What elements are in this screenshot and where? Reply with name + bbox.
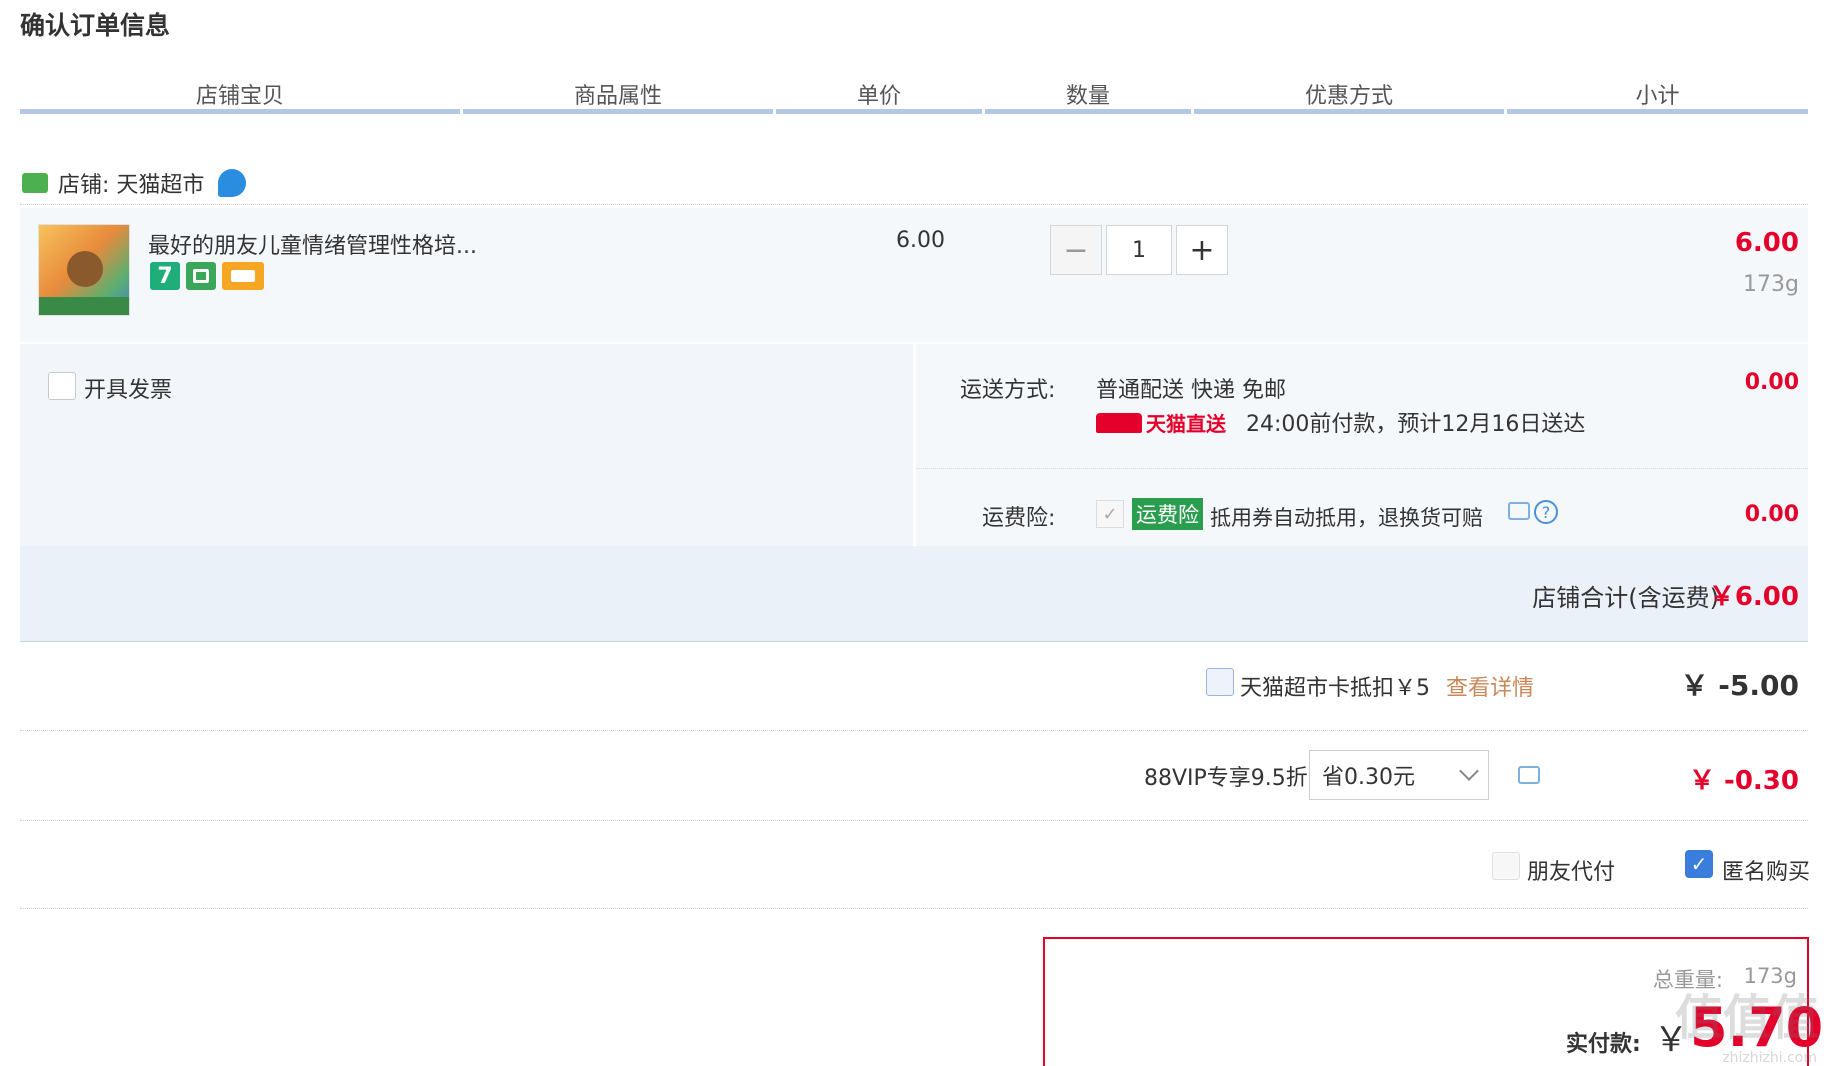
- supermarket-card-checkbox[interactable]: [1206, 668, 1234, 696]
- shipping-label: 运送方式:: [960, 378, 1056, 403]
- col-header-discount: 优惠方式: [1194, 78, 1504, 114]
- col-header-attributes: 商品属性: [463, 78, 773, 114]
- product-badges: 7: [150, 262, 264, 290]
- chevron-down-icon: [1459, 761, 1479, 781]
- view-details-link[interactable]: 查看详情: [1446, 670, 1534, 702]
- invoice-label: 开具发票: [84, 378, 173, 403]
- watermark-logo: 值值值: [1674, 990, 1819, 1046]
- separator-2: [20, 820, 1808, 821]
- col-header-subtotal: 小计: [1507, 78, 1808, 114]
- quantity-stepper: − 1 +: [1050, 225, 1228, 275]
- pay-amount-label: 实付款:: [1566, 1032, 1641, 1057]
- insurance-badge: 运费险: [1132, 498, 1203, 530]
- product-thumbnail[interactable]: [38, 224, 130, 316]
- col-header-store-item: 店铺宝贝: [20, 78, 460, 114]
- item-subtotal: 6.00: [1734, 228, 1799, 258]
- insurance-label: 运费险:: [982, 506, 1056, 531]
- vip-message-icon[interactable]: [1518, 766, 1540, 784]
- quantity-decrease-button[interactable]: −: [1050, 225, 1102, 275]
- insurance-amount: 0.00: [1744, 502, 1799, 527]
- delivery-eta: 24:00前付款，预计12月16日送达: [1246, 412, 1586, 437]
- col-header-quantity: 数量: [985, 78, 1191, 114]
- quantity-input[interactable]: 1: [1106, 225, 1172, 275]
- shipping-amount: 0.00: [1744, 370, 1799, 395]
- vip-discount-amount: ￥ -0.30: [1689, 766, 1799, 796]
- separator-3: [20, 908, 1808, 909]
- supermarket-card-label: 天猫超市卡抵扣￥5: [1240, 676, 1430, 701]
- supermarket-card-amount: ￥ -5.00: [1680, 669, 1799, 702]
- store-total-amount: ￥6.00: [1708, 582, 1799, 612]
- store-total-label: 店铺合计(含运费): [1532, 584, 1719, 612]
- seven-day-return-icon: 7: [150, 262, 180, 290]
- vip-discount-select[interactable]: 省0.30元: [1309, 750, 1489, 800]
- page-title: 确认订单信息: [20, 11, 171, 40]
- friend-pay-checkbox[interactable]: [1492, 852, 1520, 880]
- anonymous-checkbox[interactable]: ✓: [1685, 850, 1713, 878]
- watermark-url: zhizhizhi.com: [1722, 1050, 1817, 1066]
- insurance-checkbox[interactable]: ✓: [1096, 500, 1124, 528]
- tmall-cat-icon: [1096, 412, 1142, 433]
- message-icon[interactable]: [1508, 502, 1530, 520]
- anonymous-label: 匿名购买: [1722, 860, 1811, 885]
- vip-discount-label: 88VIP专享9.5折: [1144, 766, 1308, 791]
- store-name[interactable]: 店铺: 天猫超市: [58, 167, 204, 199]
- help-question-icon[interactable]: ?: [1534, 500, 1558, 524]
- tmall-direct-tag: 天猫直送: [1096, 408, 1226, 437]
- item-weight: 173g: [1743, 272, 1799, 297]
- tmall-direct-text: 天猫直送: [1146, 412, 1226, 436]
- product-name-link[interactable]: 最好的朋友儿童情绪管理性格培...: [148, 228, 477, 260]
- insurance-desc: 抵用券自动抵用，退换货可赔: [1210, 506, 1483, 530]
- shipping-method: 普通配送 快递 免邮: [1096, 378, 1286, 403]
- tmall-supermarket-icon: [22, 173, 48, 193]
- unit-price: 6.00: [896, 228, 945, 253]
- store-row: 店铺: 天猫超市: [22, 166, 247, 200]
- chat-bubble-icon[interactable]: [218, 169, 247, 197]
- vip-selected-value: 省0.30元: [1322, 765, 1415, 790]
- invoice-checkbox[interactable]: [48, 372, 76, 400]
- store-separator: [20, 204, 1808, 205]
- card-payment-icon: [222, 262, 264, 290]
- friend-pay-label: 朋友代付: [1527, 860, 1616, 885]
- col-header-unit-price: 单价: [776, 78, 982, 114]
- guarantee-bag-icon: [186, 262, 216, 290]
- quantity-increase-button[interactable]: +: [1176, 225, 1228, 275]
- separator-1: [20, 730, 1808, 731]
